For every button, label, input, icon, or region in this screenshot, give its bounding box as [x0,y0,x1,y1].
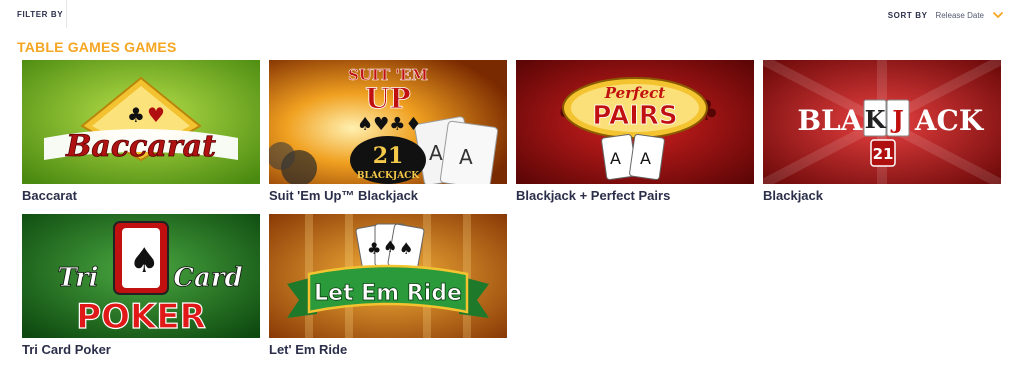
game-art-text-2: Card [173,263,242,293]
game-art-text-2: K [865,105,887,134]
game-card-suit-em-up-blackjack[interactable]: A A SUIT 'EM UP ♠♥♣♦ 21 BLACKJACK Suit '… [269,60,507,203]
game-art-text: Let Em Ride [314,281,462,306]
game-art-text-3: POKER [76,297,206,337]
game-card-baccarat[interactable]: ♣ ♥ Baccarat Baccarat [22,60,260,203]
game-card-let-em-ride[interactable]: ♣ ♠ ♠ Let Em Ride Let' Em Ride [269,214,507,357]
game-title[interactable]: Baccarat [22,188,260,203]
svg-text:A: A [459,145,473,169]
game-art-text-3: J [890,105,903,134]
game-art-text-4: BLACKJACK [357,171,420,181]
game-thumbnail-baccarat[interactable]: ♣ ♥ Baccarat [22,60,260,184]
section-title: TABLE GAMES GAMES [17,39,177,55]
svg-text:A: A [640,149,651,168]
game-title[interactable]: Suit 'Em Up™ Blackjack [269,188,507,203]
game-art-text: Baccarat [65,129,216,164]
sort-value: Release Date [935,10,984,20]
game-card-perfect-pairs[interactable]: ♠ ♣ Perfect PAIRS A A Blackjack + Perfec… [516,60,754,203]
sort-dropdown[interactable]: SORT BY Release Date [888,7,1004,23]
svg-text:♥: ♥ [147,103,165,127]
game-title[interactable]: Tri Card Poker [22,342,260,357]
game-thumbnail-let-em-ride[interactable]: ♣ ♠ ♠ Let Em Ride [269,214,507,338]
svg-text:♣: ♣ [367,239,381,258]
game-art-text-4: ACK [914,104,985,137]
game-art-text-1: Tri [57,263,98,293]
chevron-down-icon [993,12,1003,18]
game-art-text-2: PAIRS [592,101,677,131]
game-art-text-2: UP [365,82,410,115]
svg-text:A: A [610,149,621,168]
svg-text:A: A [429,141,443,165]
game-art-text-3: 21 [373,143,404,169]
game-thumbnail-blackjack[interactable]: BLAC K J ACK 21 [763,60,1001,184]
svg-text:♠♥♣♦: ♠♥♣♦ [357,114,422,135]
game-art-text-5: 21 [873,145,894,163]
filter-by-button[interactable]: FILTER BY [17,10,63,19]
game-thumbnail-tri-card-poker[interactable]: ♠ Tri Card POKER [22,214,260,338]
game-title[interactable]: Blackjack [763,188,1001,203]
svg-text:♠: ♠ [383,237,397,256]
sort-label: SORT BY [887,10,928,20]
svg-text:♠: ♠ [399,239,413,258]
svg-text:♣: ♣ [127,103,145,127]
game-thumbnail-suit-em-up-blackjack[interactable]: A A SUIT 'EM UP ♠♥♣♦ 21 BLACKJACK [269,60,507,184]
toolbar: FILTER BY SORT BY Release Date [0,0,1024,30]
game-art-text-1: Perfect [604,84,665,102]
toolbar-divider [66,0,67,28]
game-card-blackjack[interactable]: BLAC K J ACK 21 Blackjack [763,60,1001,203]
game-card-tri-card-poker[interactable]: ♠ Tri Card POKER Tri Card Poker [22,214,260,357]
game-title[interactable]: Blackjack + Perfect Pairs [516,188,754,203]
svg-text:♠: ♠ [129,241,159,281]
game-thumbnail-perfect-pairs[interactable]: ♠ ♣ Perfect PAIRS A A [516,60,754,184]
game-title[interactable]: Let' Em Ride [269,342,507,357]
